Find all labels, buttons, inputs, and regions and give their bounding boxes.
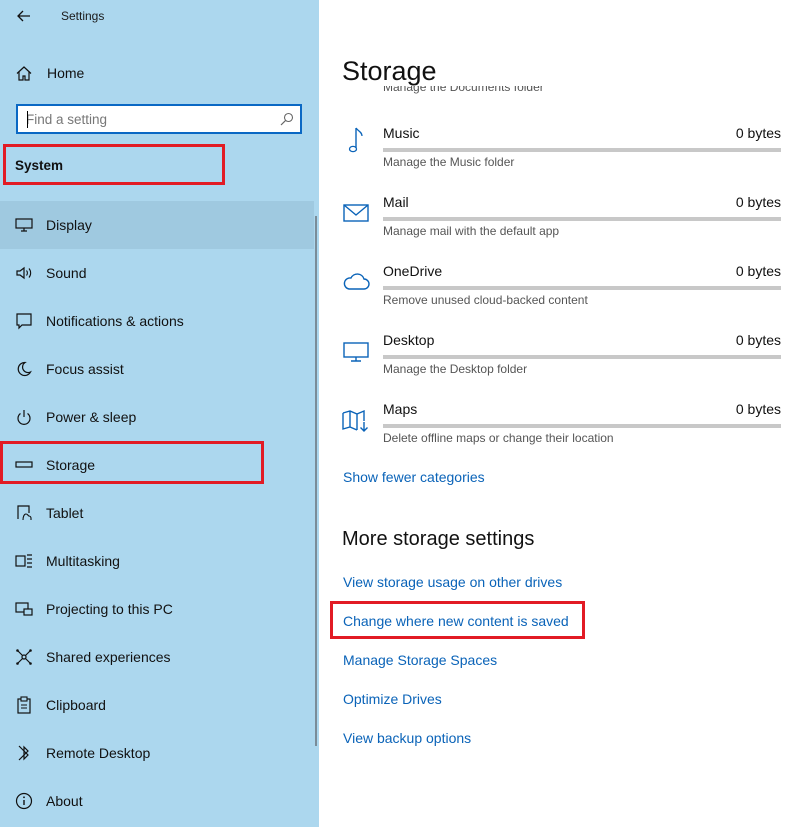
sidebar-scrollbar[interactable] xyxy=(315,216,317,746)
mail-icon xyxy=(342,198,370,228)
monitor-icon xyxy=(14,215,34,235)
view-storage-usage-link[interactable]: View storage usage on other drives xyxy=(343,574,562,590)
sidebar-item-label: Power & sleep xyxy=(46,409,137,425)
category-desktop[interactable]: Desktop 0 bytes Manage the Desktop folde… xyxy=(319,332,811,401)
category-size: 0 bytes xyxy=(735,332,781,348)
category-music[interactable]: Music 0 bytes Manage the Music folder xyxy=(319,125,811,194)
home-icon xyxy=(16,66,32,86)
category-size: 0 bytes xyxy=(735,263,781,279)
more-storage-settings-heading: More storage settings xyxy=(342,528,535,550)
category-description: Delete offline maps or change their loca… xyxy=(383,431,614,445)
partial-description: Manage the Documents folder xyxy=(383,86,683,100)
sidebar-item-multitasking[interactable]: Multitasking xyxy=(0,537,314,585)
sidebar-item-shared-experiences[interactable]: Shared experiences xyxy=(0,633,314,681)
sidebar: Settings Home System Display xyxy=(0,0,319,827)
main-content: Storage Manage the Documents folder Musi… xyxy=(319,0,811,827)
notification-icon xyxy=(14,311,34,331)
sidebar-item-power-sleep[interactable]: Power & sleep xyxy=(0,393,314,441)
sidebar-item-sound[interactable]: Sound xyxy=(0,249,314,297)
sidebar-item-about[interactable]: About xyxy=(0,777,314,825)
view-backup-options-link[interactable]: View backup options xyxy=(343,730,471,746)
moon-icon xyxy=(14,359,34,379)
back-arrow-icon xyxy=(17,10,30,22)
sidebar-item-home[interactable]: Home xyxy=(0,55,319,91)
music-note-icon xyxy=(342,125,370,155)
sidebar-item-focus-assist[interactable]: Focus assist xyxy=(0,345,314,393)
sidebar-item-label: Tablet xyxy=(46,505,84,521)
usage-bar xyxy=(383,424,781,428)
category-maps[interactable]: Maps 0 bytes Delete offline maps or chan… xyxy=(319,401,811,470)
sidebar-item-label: Display xyxy=(46,217,92,233)
sidebar-item-label: Remote Desktop xyxy=(46,745,151,761)
category-onedrive[interactable]: OneDrive 0 bytes Remove unused cloud-bac… xyxy=(319,263,811,332)
storage-drive-icon xyxy=(14,455,34,475)
info-icon xyxy=(14,791,34,811)
search-input[interactable] xyxy=(26,110,276,128)
usage-bar xyxy=(383,148,781,152)
show-fewer-categories-link[interactable]: Show fewer categories xyxy=(343,469,485,485)
manage-storage-spaces-link[interactable]: Manage Storage Spaces xyxy=(343,652,497,668)
category-description: Manage mail with the default app xyxy=(383,224,560,238)
category-name: Maps xyxy=(383,401,418,417)
usage-bar xyxy=(383,286,781,290)
search-field[interactable] xyxy=(16,104,302,134)
tablet-icon xyxy=(14,503,34,523)
section-title: System xyxy=(15,158,64,173)
sidebar-item-label: Storage xyxy=(46,457,96,473)
category-name: OneDrive xyxy=(383,263,443,279)
category-description: Manage the Music folder xyxy=(383,155,515,169)
sidebar-item-clipboard[interactable]: Clipboard xyxy=(0,681,314,729)
map-icon xyxy=(342,406,370,436)
text-cursor xyxy=(27,111,28,128)
sidebar-item-remote-desktop[interactable]: Remote Desktop xyxy=(0,729,314,777)
sidebar-item-label: Shared experiences xyxy=(46,649,171,665)
category-name: Mail xyxy=(383,194,409,210)
back-button[interactable] xyxy=(10,4,38,28)
sidebar-item-storage[interactable]: Storage xyxy=(0,441,314,489)
clipboard-icon xyxy=(14,695,34,715)
category-size: 0 bytes xyxy=(735,401,781,417)
power-icon xyxy=(14,407,34,427)
usage-bar xyxy=(383,217,781,221)
sidebar-item-projecting[interactable]: Projecting to this PC xyxy=(0,585,314,633)
shared-experiences-icon xyxy=(14,647,34,667)
sidebar-item-notifications[interactable]: Notifications & actions xyxy=(0,297,314,345)
category-description: Remove unused cloud-backed content xyxy=(383,293,588,307)
sidebar-item-label: Focus assist xyxy=(46,361,124,377)
sidebar-item-label: Projecting to this PC xyxy=(46,601,173,617)
partial-description-text: Manage the Documents folder xyxy=(383,86,544,94)
sidebar-item-label: Clipboard xyxy=(46,697,106,713)
category-name: Desktop xyxy=(383,332,435,348)
category-size: 0 bytes xyxy=(735,125,781,141)
cloud-icon xyxy=(342,267,370,297)
app-title: Settings xyxy=(61,9,105,23)
sidebar-item-label: Multitasking xyxy=(46,553,120,569)
category-description: Manage the Desktop folder xyxy=(383,362,528,376)
sidebar-item-display[interactable]: Display xyxy=(0,201,314,249)
change-save-location-link[interactable]: Change where new content is saved xyxy=(343,613,569,629)
search-icon[interactable] xyxy=(280,112,294,131)
desktop-icon xyxy=(342,337,370,367)
sidebar-item-label: About xyxy=(46,793,83,809)
remote-desktop-icon xyxy=(14,743,34,763)
category-size: 0 bytes xyxy=(735,194,781,210)
optimize-drives-link[interactable]: Optimize Drives xyxy=(343,691,442,707)
projecting-icon xyxy=(14,599,34,619)
category-mail[interactable]: Mail 0 bytes Manage mail with the defaul… xyxy=(319,194,811,263)
sidebar-item-label: Sound xyxy=(46,265,87,281)
nav-list: Display Sound Notifications & actions Fo… xyxy=(0,201,314,825)
page-title: Storage xyxy=(342,56,437,86)
multitasking-icon xyxy=(14,551,34,571)
category-name: Music xyxy=(383,125,420,141)
usage-bar xyxy=(383,355,781,359)
speaker-icon xyxy=(14,263,34,283)
sidebar-item-label: Notifications & actions xyxy=(46,313,184,329)
sidebar-item-label: Home xyxy=(47,65,85,81)
sidebar-item-tablet[interactable]: Tablet xyxy=(0,489,314,537)
